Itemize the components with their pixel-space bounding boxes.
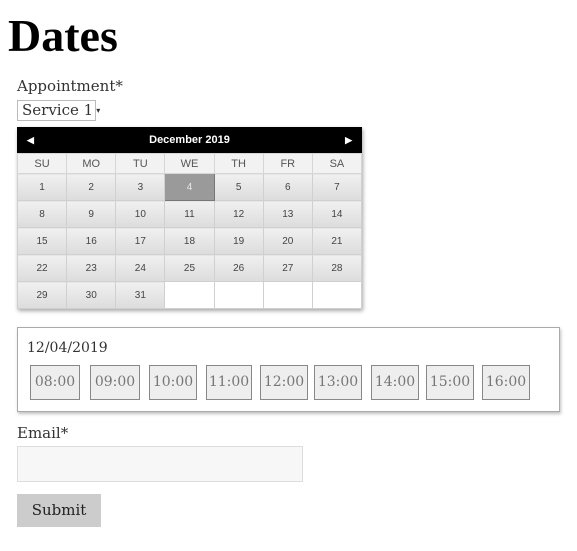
timeslot-button[interactable]: 11:00 xyxy=(206,365,252,400)
prev-month-icon[interactable]: ◀ xyxy=(27,127,34,153)
service-select[interactable]: Service 1 ▾ xyxy=(17,100,100,121)
calendar-header: ◀ December 2019 ▶ xyxy=(17,127,362,153)
day-cell[interactable]: 7 xyxy=(311,173,363,201)
calendar-week: 29 30 31 xyxy=(16,281,363,309)
day-cell[interactable]: 13 xyxy=(262,200,313,228)
empty-day-cell xyxy=(262,281,313,309)
timeslot-button[interactable]: 08:00 xyxy=(30,365,80,400)
next-month-icon[interactable]: ▶ xyxy=(345,127,352,153)
email-input[interactable] xyxy=(17,446,303,482)
chevron-down-icon: ▾ xyxy=(96,106,101,115)
day-cell[interactable]: 3 xyxy=(115,173,166,201)
day-cell[interactable]: 31 xyxy=(115,281,166,309)
day-cell[interactable]: 15 xyxy=(16,227,68,255)
calendar-body: 1 2 3 4 5 6 7 8 9 10 11 12 13 14 15 16 17 18 19 20 21 22 23 24 2… xyxy=(16,173,363,309)
selected-date: 12/04/2019 xyxy=(27,340,108,356)
timeslot-panel: 12/04/2019 08:00 09:00 10:00 11:00 12:00 13:0… xyxy=(17,327,560,412)
selected-day-cell[interactable]: 4 xyxy=(164,173,215,201)
calendar-week: 22 23 24 25 26 27 28 xyxy=(16,254,363,282)
day-cell[interactable]: 19 xyxy=(213,227,264,255)
day-cell[interactable]: 30 xyxy=(66,281,117,309)
timeslot-button[interactable]: 14:00 xyxy=(371,365,419,400)
day-cell[interactable]: 17 xyxy=(115,227,166,255)
timeslot-button[interactable]: 10:00 xyxy=(149,365,197,400)
day-cell[interactable]: 27 xyxy=(262,254,313,282)
empty-day-cell xyxy=(311,281,363,309)
weekday-header: TU xyxy=(115,153,166,174)
appointment-label: Appointment* xyxy=(17,77,123,95)
weekday-header: FR xyxy=(262,153,313,174)
timeslot-button[interactable]: 15:00 xyxy=(426,365,474,400)
weekday-row: SU MO TU WE TH FR SA xyxy=(16,153,363,174)
day-cell[interactable]: 21 xyxy=(311,227,363,255)
day-cell[interactable]: 23 xyxy=(66,254,117,282)
calendar-week: 8 9 10 11 12 13 14 xyxy=(16,200,363,228)
timeslot-button[interactable]: 13:00 xyxy=(314,365,362,400)
timeslot-button[interactable]: 09:00 xyxy=(90,365,140,400)
empty-day-cell xyxy=(164,281,215,309)
date-picker: ◀ December 2019 ▶ SU MO TU WE TH FR SA 1234567… xyxy=(16,127,363,309)
email-label: Email* xyxy=(17,424,69,442)
day-cell[interactable]: 12 xyxy=(213,200,264,228)
day-cell[interactable]: 24 xyxy=(115,254,166,282)
timeslot-button[interactable]: 12:00 xyxy=(260,365,308,400)
day-cell[interactable]: 10 xyxy=(115,200,166,228)
service-select-value: Service 1 xyxy=(22,101,94,119)
day-cell[interactable]: 1 xyxy=(16,173,68,201)
day-cell[interactable]: 5 xyxy=(213,173,264,201)
calendar-week: 15 16 17 18 19 20 21 xyxy=(16,227,363,255)
day-cell[interactable]: 9 xyxy=(66,200,117,228)
day-cell[interactable]: 2 xyxy=(66,173,117,201)
day-cell[interactable]: 28 xyxy=(311,254,363,282)
weekday-header: MO xyxy=(66,153,117,174)
empty-day-cell xyxy=(213,281,264,309)
calendar-grid: SU MO TU WE TH FR SA 1 2 3 4 5 6 7 8 9 10 11 12 13 14 15 16 17… xyxy=(16,153,363,309)
day-cell[interactable]: 14 xyxy=(311,200,363,228)
weekday-header: WE xyxy=(164,153,215,174)
day-cell[interactable]: 22 xyxy=(16,254,68,282)
page-title: Dates xyxy=(8,10,118,61)
calendar-week: 1234567 xyxy=(16,173,363,201)
day-cell[interactable]: 20 xyxy=(262,227,313,255)
day-cell[interactable]: 29 xyxy=(16,281,68,309)
weekday-header: TH xyxy=(213,153,264,174)
timeslot-button[interactable]: 16:00 xyxy=(482,365,530,400)
day-cell[interactable]: 11 xyxy=(164,200,215,228)
day-cell[interactable]: 18 xyxy=(164,227,215,255)
day-cell[interactable]: 8 xyxy=(16,200,68,228)
submit-button[interactable]: Submit xyxy=(17,494,101,527)
weekday-header: SA xyxy=(311,153,363,174)
month-label: December 2019 xyxy=(149,134,230,146)
day-cell[interactable]: 6 xyxy=(262,173,313,201)
day-cell[interactable]: 26 xyxy=(213,254,264,282)
day-cell[interactable]: 16 xyxy=(66,227,117,255)
weekday-header: SU xyxy=(16,153,68,174)
day-cell[interactable]: 25 xyxy=(164,254,215,282)
